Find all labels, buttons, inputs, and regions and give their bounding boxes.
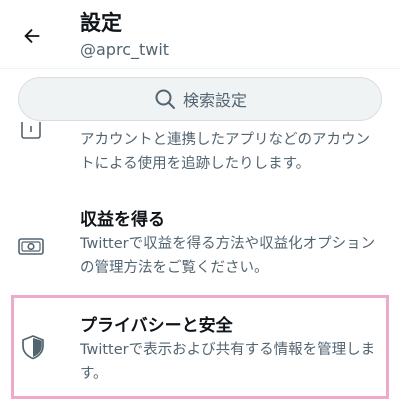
- back-arrow-icon: [21, 25, 43, 51]
- back-button[interactable]: [14, 20, 50, 56]
- settings-item-monetization[interactable]: 収益を得る Twitterで収益を得る方法や収益化オプションの管理方法をご覧くだ…: [0, 198, 400, 290]
- settings-item-privacy-safety[interactable]: プライバシーと安全 Twitterで表示および共有する情報を管理します。: [11, 295, 389, 399]
- search-icon: [153, 87, 177, 111]
- settings-item-description: Twitterで収益を得る方法や収益化オプションの管理方法をご覧ください。: [80, 236, 376, 276]
- search-settings-input[interactable]: 検索設定: [18, 77, 382, 121]
- search-placeholder: 検索設定: [182, 91, 247, 110]
- settings-header: 設定 @aprc_twit: [0, 0, 400, 69]
- account-handle: @aprc_twit: [80, 40, 170, 59]
- shield-icon: [19, 333, 47, 361]
- settings-item-description: Twitterで表示および共有する情報を管理します。: [80, 342, 376, 382]
- settings-item-connected-apps[interactable]: アカウントと連携したアプリなどのアカウントによる使用を追跡したりします。: [0, 120, 400, 182]
- settings-item-title: 収益を得る: [80, 210, 165, 230]
- money-icon: [17, 232, 45, 260]
- page-title: 設定: [80, 11, 122, 35]
- apps-icon: [17, 122, 45, 142]
- settings-item-description: アカウントと連携したアプリなどのアカウントによる使用を追跡したりします。: [80, 132, 370, 172]
- settings-item-title: プライバシーと安全: [80, 316, 233, 336]
